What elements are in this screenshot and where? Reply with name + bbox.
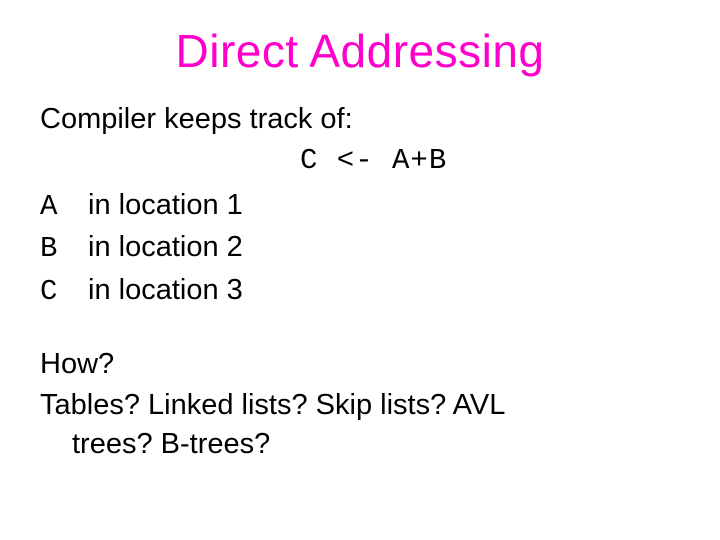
location-list: A in location 1 B in location 2 C in loc… [40, 186, 680, 310]
slide-body: Compiler keeps track of: C <- A+B A in l… [40, 100, 680, 464]
location-row: C in location 3 [40, 271, 680, 311]
how-question: How? [40, 345, 680, 384]
slide-title: Direct Addressing [40, 24, 680, 78]
location-symbol: C [40, 272, 88, 311]
location-symbol: A [40, 187, 88, 226]
location-text: in location 1 [88, 186, 243, 225]
location-symbol: B [40, 229, 88, 268]
data-structures-line-2: trees? B-trees? [40, 425, 680, 464]
location-text: in location 2 [88, 228, 243, 267]
code-expression: C <- A+B [40, 141, 680, 180]
data-structures-line-1: Tables? Linked lists? Skip lists? AVL [40, 386, 680, 425]
location-row: B in location 2 [40, 228, 680, 268]
slide: Direct Addressing Compiler keeps track o… [0, 0, 720, 540]
location-row: A in location 1 [40, 186, 680, 226]
intro-text: Compiler keeps track of: [40, 100, 680, 139]
location-text: in location 3 [88, 271, 243, 310]
